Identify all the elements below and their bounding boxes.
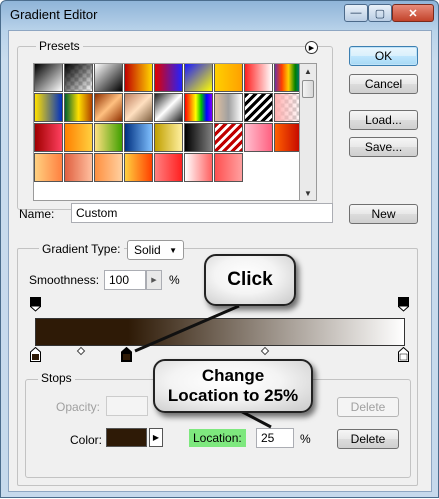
gradient-editor-window: Gradient Editor — ▢ ✕ Presets ▶ ▲ ▼ OK C… bbox=[0, 0, 439, 498]
callout-line-1: Change bbox=[201, 366, 265, 385]
click-callout-text: Click bbox=[227, 269, 273, 290]
click-callout: Click bbox=[204, 254, 296, 306]
annotation-arrows bbox=[134, 304, 272, 429]
arrow-click-line bbox=[134, 304, 240, 353]
change-location-callout: Change Location to 25% bbox=[153, 359, 313, 413]
callout-line-2: Location to 25% bbox=[167, 386, 299, 405]
